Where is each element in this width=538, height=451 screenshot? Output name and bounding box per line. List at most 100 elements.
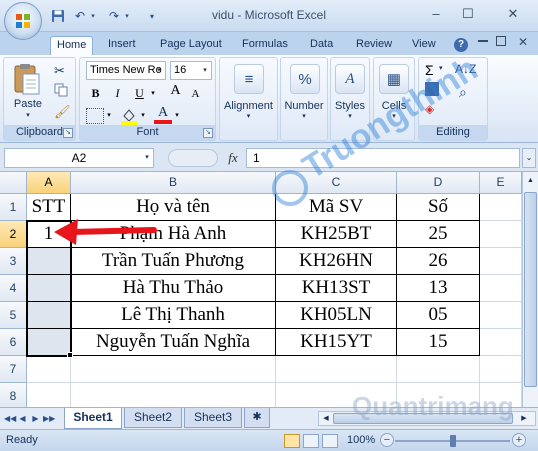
- column-header-e[interactable]: E: [480, 172, 522, 194]
- fill-icon[interactable]: [425, 82, 439, 96]
- page-break-view-icon[interactable]: [322, 434, 338, 448]
- copy-icon[interactable]: [54, 83, 68, 97]
- page-layout-view-icon[interactable]: [303, 434, 319, 448]
- prev-sheet-icon[interactable]: ◀: [17, 412, 28, 425]
- borders-dropdown-icon[interactable]: ▾: [104, 106, 114, 124]
- font-name-select[interactable]: Times New Ro ▾: [86, 61, 166, 80]
- cell-a5[interactable]: [27, 302, 71, 329]
- number-group[interactable]: % Number ▾: [280, 57, 328, 141]
- cell-b5[interactable]: Lê Thị Thanh: [71, 302, 276, 329]
- cell-a4[interactable]: [27, 275, 71, 302]
- scroll-right-icon[interactable]: ▶: [519, 413, 529, 424]
- cell-b6[interactable]: Nguyễn Tuấn Nghĩa: [71, 329, 276, 356]
- row-header-8[interactable]: 8: [0, 383, 27, 407]
- row-header-2[interactable]: 2: [0, 221, 27, 248]
- name-box-dropdown-icon[interactable]: ▾: [140, 148, 154, 168]
- zoom-slider-thumb[interactable]: [450, 435, 456, 447]
- underline-dropdown-icon[interactable]: ▾: [148, 84, 158, 102]
- formula-input[interactable]: 1: [246, 148, 520, 168]
- office-button[interactable]: [4, 2, 42, 40]
- autosum-button[interactable]: Σ: [425, 62, 434, 78]
- expand-formula-bar-icon[interactable]: ⌄: [522, 148, 536, 168]
- fill-color-icon[interactable]: [120, 107, 138, 125]
- sort-filter-icon[interactable]: A↓Z: [455, 62, 476, 76]
- cut-icon[interactable]: ✂: [54, 63, 65, 79]
- first-sheet-icon[interactable]: ◀◀: [4, 412, 16, 425]
- cell-c8[interactable]: [276, 383, 397, 407]
- cell-d8[interactable]: [397, 383, 480, 407]
- tab-view[interactable]: View: [406, 36, 442, 55]
- cell-e8[interactable]: [480, 383, 522, 407]
- sheet-tab-sheet1[interactable]: Sheet1: [64, 408, 122, 429]
- cell-e2[interactable]: [480, 221, 522, 248]
- fill-handle[interactable]: [67, 352, 73, 358]
- select-all-corner[interactable]: [0, 172, 27, 194]
- row-header-6[interactable]: 6: [0, 329, 27, 356]
- cell-a7[interactable]: [27, 356, 71, 383]
- cell-c6[interactable]: KH15YT: [276, 329, 397, 356]
- row-header-3[interactable]: 3: [0, 248, 27, 275]
- cell-d6[interactable]: 15: [397, 329, 480, 356]
- zoom-in-button[interactable]: +: [512, 433, 526, 447]
- cell-b4[interactable]: Hà Thu Thảo: [71, 275, 276, 302]
- cell-b7[interactable]: [71, 356, 276, 383]
- row-header-1[interactable]: 1: [0, 194, 27, 221]
- grow-font-button[interactable]: A: [166, 82, 185, 100]
- row-header-4[interactable]: 4: [0, 275, 27, 302]
- cell-d5[interactable]: 05: [397, 302, 480, 329]
- insert-sheet-icon[interactable]: ✱: [244, 408, 270, 428]
- horizontal-scroll-thumb[interactable]: [333, 413, 513, 424]
- cell-e5[interactable]: [480, 302, 522, 329]
- maximize-button[interactable]: ☐: [455, 5, 481, 23]
- font-launcher-icon[interactable]: ↘: [203, 128, 213, 138]
- cell-a6[interactable]: [27, 329, 71, 356]
- name-box[interactable]: A2: [4, 148, 154, 168]
- minimize-button[interactable]: –: [423, 5, 449, 23]
- underline-button[interactable]: U: [130, 84, 149, 102]
- italic-button[interactable]: I: [108, 84, 127, 102]
- sheet-tab-sheet3[interactable]: Sheet3: [184, 408, 242, 428]
- scroll-left-icon[interactable]: ◀: [321, 413, 331, 424]
- cell-e1[interactable]: [480, 194, 522, 221]
- cell-d2[interactable]: 25: [397, 221, 480, 248]
- tab-home[interactable]: Home: [50, 36, 94, 56]
- help-icon[interactable]: ?: [454, 38, 468, 52]
- format-painter-icon[interactable]: 🖌: [54, 104, 71, 120]
- cell-e6[interactable]: [480, 329, 522, 356]
- cell-c1[interactable]: Mã SV: [276, 194, 397, 221]
- vertical-scroll-thumb[interactable]: [524, 192, 537, 387]
- styles-group[interactable]: A Styles ▾: [330, 57, 370, 141]
- sheet-tab-sheet2[interactable]: Sheet2: [124, 408, 182, 428]
- cell-c7[interactable]: [276, 356, 397, 383]
- tab-review[interactable]: Review: [350, 36, 398, 55]
- font-size-select[interactable]: 16 ▾: [170, 61, 212, 80]
- paste-dropdown-icon[interactable]: ▾: [20, 111, 36, 119]
- tab-formulas[interactable]: Formulas: [236, 36, 294, 55]
- shrink-font-button[interactable]: A: [186, 85, 205, 103]
- borders-icon[interactable]: [86, 108, 104, 124]
- insert-function-button[interactable]: fx: [222, 148, 244, 168]
- cell-d4[interactable]: 13: [397, 275, 480, 302]
- alignment-group[interactable]: ≡ Alignment ▾: [219, 57, 278, 141]
- normal-view-icon[interactable]: [284, 434, 300, 448]
- font-color-dropdown-icon[interactable]: ▾: [172, 106, 182, 124]
- zoom-out-button[interactable]: −: [380, 433, 394, 447]
- clipboard-launcher-icon[interactable]: ↘: [63, 128, 73, 138]
- ribbon-restore-icon[interactable]: [496, 36, 506, 46]
- column-header-b[interactable]: B: [71, 172, 276, 194]
- clear-icon[interactable]: ◈: [425, 102, 434, 116]
- workbook-close-icon[interactable]: ✕: [518, 35, 528, 49]
- cell-a3[interactable]: [27, 248, 71, 275]
- paste-button[interactable]: Paste: [8, 98, 48, 110]
- cell-e7[interactable]: [480, 356, 522, 383]
- zoom-level[interactable]: 100%: [347, 434, 375, 446]
- cell-d7[interactable]: [397, 356, 480, 383]
- cell-b3[interactable]: Trần Tuấn Phương: [71, 248, 276, 275]
- row-header-7[interactable]: 7: [0, 356, 27, 383]
- column-header-a[interactable]: A: [27, 172, 71, 194]
- last-sheet-icon[interactable]: ▶▶: [43, 412, 55, 425]
- formula-bar-splitter[interactable]: [168, 149, 218, 167]
- next-sheet-icon[interactable]: ▶: [30, 412, 41, 425]
- bold-button[interactable]: B: [86, 84, 105, 102]
- font-color-icon[interactable]: A: [154, 106, 172, 124]
